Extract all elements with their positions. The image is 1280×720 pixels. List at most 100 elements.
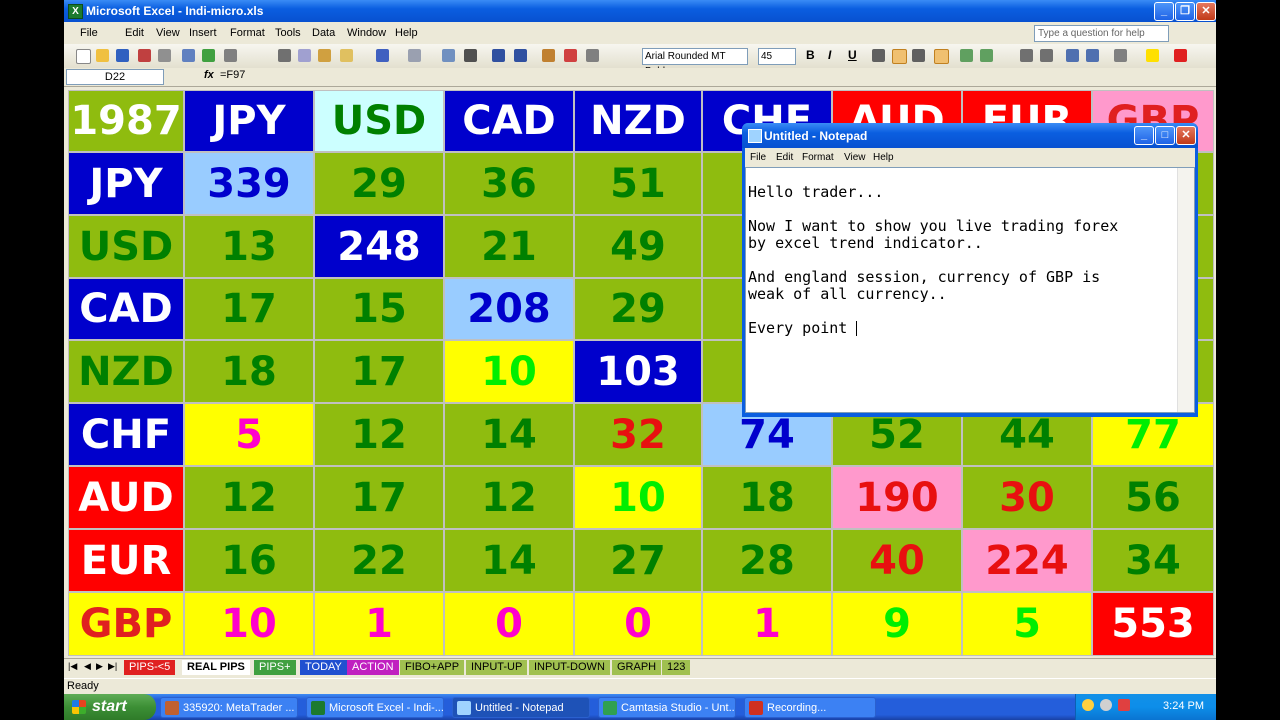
tray-icon[interactable] [1082, 699, 1094, 711]
column-header[interactable]: JPY [184, 90, 314, 152]
chart-wizard-icon[interactable] [542, 49, 555, 62]
research-icon[interactable] [224, 49, 237, 62]
row-header[interactable]: JPY [68, 152, 184, 215]
notepad-close-icon[interactable]: ✕ [1176, 126, 1196, 145]
start-button[interactable]: start [64, 694, 156, 720]
grid-cell[interactable]: 27 [574, 529, 702, 592]
task-notepad[interactable]: Untitled - Notepad [452, 697, 590, 718]
grid-cell[interactable]: 13 [184, 215, 314, 278]
grid-cell[interactable]: 5 [184, 403, 314, 466]
grid-cell[interactable]: 103 [574, 340, 702, 403]
np-menu-format[interactable]: Format [802, 152, 834, 163]
grid-cell[interactable]: 29 [574, 278, 702, 340]
notepad-text-area[interactable]: Hello trader... Now I want to show you l… [745, 167, 1195, 413]
sort-ascending-icon[interactable] [492, 49, 505, 62]
prev-sheet-icon[interactable]: ◀ [84, 661, 91, 672]
volume-icon[interactable] [1100, 699, 1112, 711]
grid-cell[interactable]: 56 [1092, 466, 1214, 529]
row-header[interactable]: CAD [68, 278, 184, 340]
menu-help[interactable]: Help [395, 27, 418, 39]
undo-icon[interactable] [376, 49, 389, 62]
grid-cell[interactable]: 17 [184, 278, 314, 340]
menu-file[interactable]: File [80, 27, 98, 39]
grid-cell[interactable]: 29 [314, 152, 444, 215]
menu-window[interactable]: Window [347, 27, 386, 39]
task-camtasia[interactable]: Camtasia Studio - Unt... [598, 697, 736, 718]
grid-cell[interactable]: 28 [702, 529, 832, 592]
tab-pips-plus[interactable]: PIPS+ [254, 660, 296, 675]
column-header[interactable]: USD [314, 90, 444, 152]
row-header[interactable]: AUD [68, 466, 184, 529]
grid-cell[interactable]: 12 [444, 466, 574, 529]
np-menu-help[interactable]: Help [873, 152, 894, 163]
bold-button[interactable]: B [806, 48, 815, 62]
tab-fibo-app[interactable]: FIBO+APP [400, 660, 465, 675]
align-right-icon[interactable] [912, 49, 925, 62]
align-center-icon[interactable] [892, 49, 907, 64]
grid-cell[interactable]: 9 [832, 592, 962, 656]
row-header[interactable]: EUR [68, 529, 184, 592]
ask-question-input[interactable]: Type a question for help [1034, 25, 1169, 42]
print-icon[interactable] [158, 49, 171, 62]
grid-cell[interactable]: 0 [444, 592, 574, 656]
grid-cell[interactable]: 10 [444, 340, 574, 403]
grid-cell[interactable]: 18 [702, 466, 832, 529]
notepad-title-bar[interactable]: Untitled - Notepad _ □ ✕ [742, 123, 1198, 148]
menu-data[interactable]: Data [312, 27, 335, 39]
notepad-maximize-icon[interactable]: □ [1155, 126, 1175, 145]
row-header[interactable]: GBP [68, 592, 184, 656]
tab-real-pips[interactable]: REAL PIPS [182, 660, 250, 675]
permission-icon[interactable] [138, 49, 151, 62]
grid-cell[interactable]: 34 [1092, 529, 1214, 592]
borders-icon[interactable] [1114, 49, 1127, 62]
grid-cell[interactable]: 1 [314, 592, 444, 656]
grid-cell[interactable]: 51 [574, 152, 702, 215]
hyperlink-icon[interactable] [442, 49, 455, 62]
grid-cell[interactable]: 36 [444, 152, 574, 215]
align-left-icon[interactable] [872, 49, 885, 62]
grid-cell[interactable]: 248 [314, 215, 444, 278]
format-painter-icon[interactable] [340, 49, 353, 62]
tab-input-up[interactable]: INPUT-UP [466, 660, 528, 675]
np-menu-edit[interactable]: Edit [776, 152, 793, 163]
task-recording[interactable]: Recording... [744, 697, 876, 718]
tab-pips-lt5[interactable]: PIPS-<5 [124, 660, 176, 675]
fx-icon[interactable]: fx [204, 69, 214, 81]
redo-icon[interactable] [408, 49, 421, 62]
open-icon[interactable] [96, 49, 109, 62]
menu-insert[interactable]: Insert [189, 27, 217, 39]
save-icon[interactable] [116, 49, 129, 62]
grid-cell[interactable]: 224 [962, 529, 1092, 592]
notepad-minimize-icon[interactable]: _ [1134, 126, 1154, 145]
grid-cell[interactable]: 208 [444, 278, 574, 340]
tab-graph[interactable]: GRAPH [612, 660, 662, 675]
grid-cell[interactable]: 17 [314, 466, 444, 529]
fill-color-icon[interactable] [1146, 49, 1159, 62]
grid-cell[interactable]: 339 [184, 152, 314, 215]
grid-cell[interactable]: 10 [574, 466, 702, 529]
grid-cell[interactable]: 30 [962, 466, 1092, 529]
zoom-icon[interactable] [586, 49, 599, 62]
notepad-scrollbar[interactable] [1177, 168, 1194, 412]
paste-icon[interactable] [318, 49, 331, 62]
grid-cell[interactable]: 190 [832, 466, 962, 529]
increase-decimal-icon[interactable] [1020, 49, 1033, 62]
font-name-select[interactable]: Arial Rounded MT Bold [642, 48, 748, 77]
task-metatrader[interactable]: 335920: MetaTrader ... [160, 697, 298, 718]
column-header[interactable]: NZD [574, 90, 702, 152]
row-header[interactable]: USD [68, 215, 184, 278]
currency-icon[interactable] [960, 49, 973, 62]
drawing-icon[interactable] [564, 49, 577, 62]
grid-cell[interactable]: 49 [574, 215, 702, 278]
merge-center-icon[interactable] [934, 49, 949, 64]
font-color-icon[interactable] [1174, 49, 1187, 62]
new-icon[interactable] [76, 49, 91, 64]
grid-cell[interactable]: 5 [962, 592, 1092, 656]
autosum-icon[interactable] [464, 49, 477, 62]
clock[interactable]: 3:24 PM [1163, 700, 1204, 712]
column-header[interactable]: CAD [444, 90, 574, 152]
first-sheet-icon[interactable]: |◀ [68, 661, 77, 672]
menu-view[interactable]: View [156, 27, 180, 39]
grid-cell[interactable]: 32 [574, 403, 702, 466]
print-preview-icon[interactable] [182, 49, 195, 62]
